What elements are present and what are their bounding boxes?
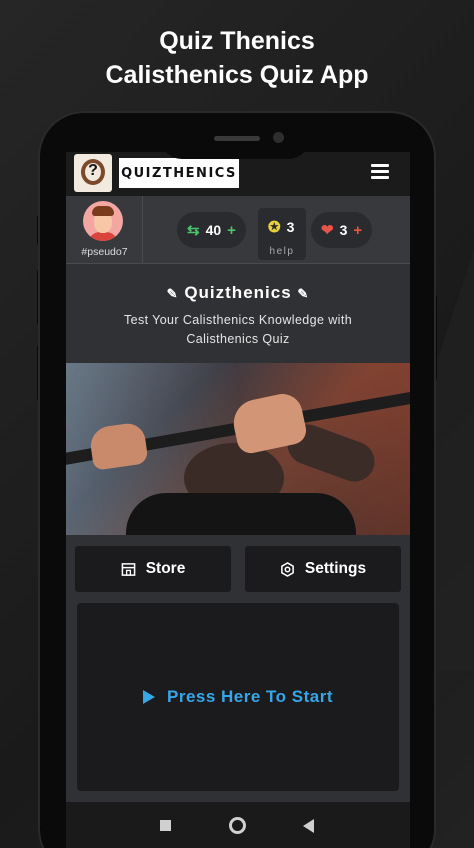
- phone-speaker: [214, 136, 260, 141]
- feather-right-icon: ✎: [297, 286, 310, 301]
- add-lives-button[interactable]: +: [353, 222, 362, 239]
- lives-counter[interactable]: ❤ 3 +: [311, 212, 373, 248]
- help-counter[interactable]: ✪ 3 help: [258, 208, 306, 260]
- back-button[interactable]: [303, 819, 314, 833]
- lifebuoy-icon: ✪: [268, 219, 281, 236]
- profile[interactable]: #pseudo7: [66, 196, 143, 264]
- app-title-text: Quizthenics: [184, 283, 292, 302]
- phone-camera: [273, 132, 284, 143]
- username: #pseudo7: [81, 246, 128, 258]
- start-label: Press Here To Start: [166, 687, 334, 706]
- help-label: help: [269, 246, 295, 257]
- intro-section: ✎ Quizthenics ✎ Test Your Calisthenics K…: [66, 265, 410, 363]
- app-screen: ? QUIZTHENICS #pseudo7 ⇆ 40 + ✪ 3 help ❤…: [66, 152, 410, 848]
- add-points-button[interactable]: +: [227, 222, 236, 239]
- recents-button[interactable]: [160, 820, 171, 831]
- app-title: ✎ Quizthenics ✎: [66, 283, 410, 303]
- avatar[interactable]: [83, 201, 123, 241]
- brand-name: QUIZTHENICS: [119, 158, 239, 188]
- settings-button[interactable]: Settings: [245, 546, 401, 592]
- store-icon: [121, 562, 136, 576]
- user-status-bar: #pseudo7 ⇆ 40 + ✪ 3 help ❤ 3 +: [66, 196, 410, 264]
- home-button[interactable]: [229, 817, 246, 834]
- hearts-icon: ❤: [321, 222, 334, 239]
- promo-line-1: Quiz Thenics: [159, 27, 315, 55]
- points-counter[interactable]: ⇆ 40 +: [177, 212, 246, 248]
- feather-left-icon: ✎: [166, 286, 179, 301]
- app-subtitle: Test Your Calisthenics Knowledge with Ca…: [123, 313, 353, 346]
- app-logo: ?: [74, 154, 112, 192]
- start-button[interactable]: Press Here To Start: [77, 603, 399, 791]
- store-label: Store: [145, 560, 186, 577]
- question-mark-icon: ?: [88, 162, 98, 179]
- lives-value: 3: [339, 222, 348, 238]
- help-value: 3: [286, 219, 295, 235]
- play-icon: [142, 690, 155, 704]
- settings-label: Settings: [304, 560, 367, 577]
- promo-line-2: Calisthenics Quiz App: [105, 61, 369, 89]
- hero-image: [66, 363, 410, 535]
- promo-headline: Quiz Thenics Calisthenics Quiz App: [0, 24, 474, 92]
- points-value: 40: [205, 222, 222, 238]
- points-icon: ⇆: [187, 222, 200, 239]
- gear-icon: [281, 561, 294, 577]
- store-button[interactable]: Store: [75, 546, 231, 592]
- hamburger-menu-icon[interactable]: [371, 164, 389, 180]
- system-nav-bar: [66, 802, 410, 848]
